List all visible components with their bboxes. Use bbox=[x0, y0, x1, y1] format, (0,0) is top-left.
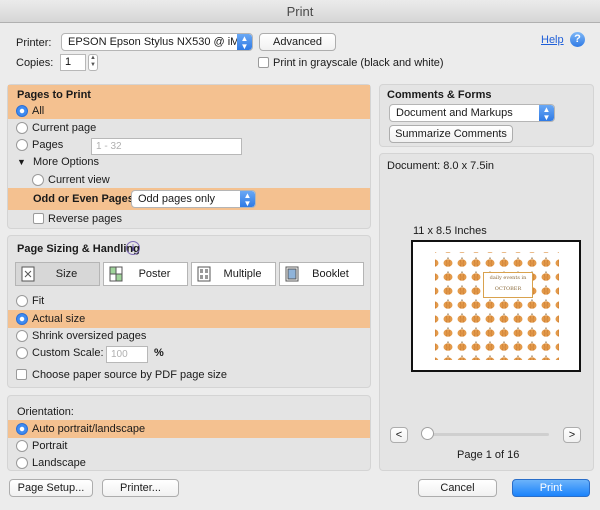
next-page-button[interactable]: > bbox=[563, 427, 581, 443]
cancel-button[interactable]: Cancel bbox=[418, 479, 497, 497]
page-setup-button[interactable]: Page Setup... bbox=[9, 479, 93, 497]
page-slider-thumb[interactable] bbox=[421, 427, 434, 440]
advanced-button[interactable]: Advanced bbox=[259, 33, 336, 51]
current-page-radio[interactable] bbox=[16, 122, 28, 134]
pages-range-label: Pages bbox=[32, 139, 64, 151]
printer-select[interactable]: EPSON Epson Stylus NX530 @ iMac ▲ ▼ bbox=[61, 33, 253, 51]
tab-poster[interactable]: Poster bbox=[103, 262, 188, 286]
pages-range-input[interactable]: 1 - 32 bbox=[91, 138, 242, 155]
info-icon[interactable]: i bbox=[126, 241, 140, 255]
chevron-updown-icon: ▲ ▼ bbox=[237, 34, 252, 50]
landscape-radio[interactable] bbox=[16, 457, 28, 469]
custom-scale-label: Custom Scale: bbox=[32, 347, 104, 359]
custom-scale-radio[interactable] bbox=[16, 347, 28, 359]
copies-input[interactable]: 1 bbox=[60, 54, 86, 71]
all-pages-label: All bbox=[32, 105, 45, 117]
help-icon[interactable]: ? bbox=[570, 32, 585, 47]
paper-size-label: 11 x 8.5 Inches bbox=[413, 225, 487, 237]
page-sizing-title: Page Sizing & Handling bbox=[17, 243, 140, 255]
odd-even-label: Odd or Even Pages: bbox=[33, 193, 138, 205]
current-page-label: Current page bbox=[32, 122, 97, 134]
help-link[interactable]: Help bbox=[541, 34, 564, 46]
tab-multiple-label: Multiple bbox=[223, 268, 262, 280]
reverse-pages-label: Reverse pages bbox=[48, 213, 122, 225]
pages-range-radio[interactable] bbox=[16, 139, 28, 151]
pumpkin-pattern bbox=[435, 252, 559, 360]
copies-label: Copies: bbox=[16, 57, 54, 69]
chevron-updown-icon: ▲ ▼ bbox=[240, 191, 255, 207]
shrink-label: Shrink oversized pages bbox=[32, 330, 147, 342]
summarize-comments-button[interactable]: Summarize Comments bbox=[389, 125, 513, 143]
landscape-label: Landscape bbox=[32, 457, 86, 469]
print-button[interactable]: Print bbox=[512, 479, 590, 497]
paper-source-checkbox[interactable] bbox=[16, 369, 27, 380]
actual-size-radio[interactable] bbox=[16, 313, 28, 325]
comments-select-value: Document and Markups bbox=[396, 107, 513, 119]
all-pages-radio[interactable] bbox=[16, 105, 28, 117]
custom-scale-input[interactable]: 100 bbox=[106, 346, 148, 363]
thumb-title: daily events in OCTOBER bbox=[483, 272, 533, 298]
percent-label: % bbox=[154, 347, 164, 359]
printer-label: Printer: bbox=[16, 37, 52, 49]
tab-booklet-label: Booklet bbox=[312, 268, 349, 280]
disclosure-triangle-icon[interactable]: ▼ bbox=[17, 157, 26, 167]
portrait-radio[interactable] bbox=[16, 440, 28, 452]
printer-button[interactable]: Printer... bbox=[102, 479, 179, 497]
prev-page-button[interactable]: < bbox=[390, 427, 408, 443]
page-preview: daily events in OCTOBER bbox=[411, 240, 581, 372]
tab-poster-label: Poster bbox=[138, 268, 171, 280]
grayscale-label: Print in grayscale (black and white) bbox=[273, 57, 444, 69]
odd-even-select[interactable]: Odd pages only ▲ ▼ bbox=[131, 190, 256, 208]
window-title: Print bbox=[0, 0, 600, 23]
tab-size[interactable]: Size bbox=[15, 262, 100, 286]
current-view-label: Current view bbox=[48, 174, 110, 186]
orientation-title: Orientation: bbox=[17, 406, 74, 418]
tab-size-label: Size bbox=[55, 268, 78, 280]
portrait-label: Portrait bbox=[32, 440, 68, 452]
fit-label: Fit bbox=[32, 295, 45, 307]
pages-to-print-title: Pages to Print bbox=[17, 89, 91, 101]
page-slider-track[interactable] bbox=[425, 433, 549, 436]
document-size-label: Document: 8.0 x 7.5in bbox=[387, 160, 495, 172]
paper-source-label: Choose paper source by PDF page size bbox=[32, 369, 228, 381]
current-view-radio[interactable] bbox=[32, 174, 44, 186]
page-indicator: Page 1 of 16 bbox=[457, 449, 520, 461]
comments-forms-title: Comments & Forms bbox=[387, 89, 492, 101]
copies-stepper[interactable]: ▲ ▼ bbox=[88, 54, 98, 71]
fit-radio[interactable] bbox=[16, 295, 28, 307]
auto-orientation-radio[interactable] bbox=[16, 423, 28, 435]
more-options-label[interactable]: More Options bbox=[33, 156, 99, 168]
reverse-pages-checkbox[interactable] bbox=[33, 213, 44, 224]
shrink-radio[interactable] bbox=[16, 330, 28, 342]
chevron-updown-icon: ▲ ▼ bbox=[539, 105, 554, 121]
odd-even-value: Odd pages only bbox=[138, 193, 216, 205]
tab-multiple[interactable]: Multiple bbox=[191, 262, 276, 286]
printer-select-value: EPSON Epson Stylus NX530 @ iMac bbox=[68, 36, 251, 48]
tab-booklet[interactable]: Booklet bbox=[279, 262, 364, 286]
auto-orientation-label: Auto portrait/landscape bbox=[32, 423, 146, 435]
grayscale-checkbox[interactable] bbox=[258, 57, 269, 68]
comments-select[interactable]: Document and Markups ▲ ▼ bbox=[389, 104, 555, 122]
actual-size-label: Actual size bbox=[32, 313, 86, 325]
